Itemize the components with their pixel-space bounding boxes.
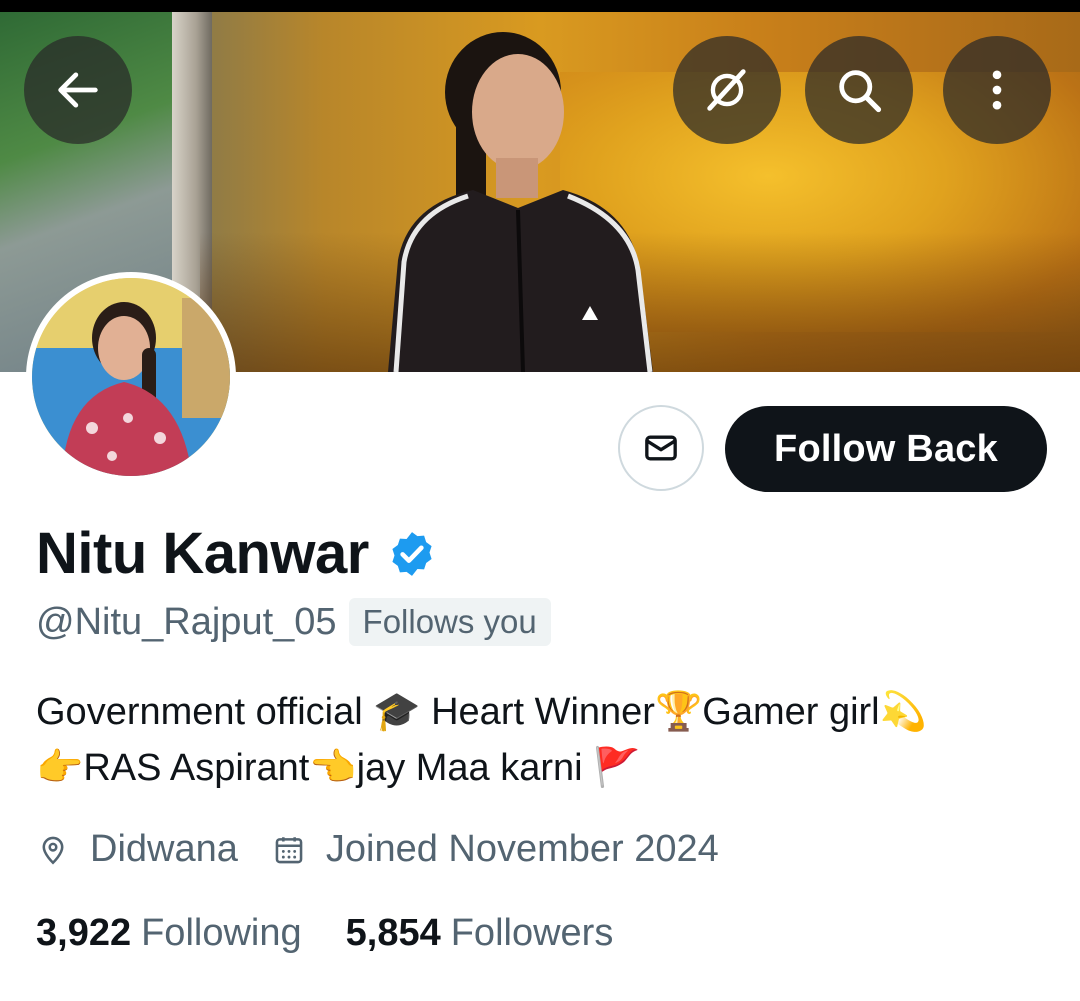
bio-line-1: Government official 🎓 Heart Winner🏆Gamer… (36, 691, 927, 733)
verified-badge-icon[interactable] (387, 529, 437, 579)
following-link[interactable]: 3,922 Following (36, 912, 302, 955)
profile-meta: Didwana Joined November 2024 (36, 828, 753, 871)
handle-row: @Nitu_Rajput_05 Follows you (36, 598, 551, 646)
follow-stats: 3,922 Following 5,854 Followers (36, 912, 657, 955)
joined-item: Joined November 2024 (272, 828, 719, 871)
banner-person-illustration (388, 32, 653, 372)
profile-bio: Government official 🎓 Heart Winner🏆Gamer… (36, 684, 1056, 796)
grok-icon (707, 69, 746, 111)
followers-count: 5,854 (345, 912, 441, 954)
location-text: Didwana (90, 828, 238, 870)
followers-label: Followers (450, 912, 614, 954)
arrow-left-icon (58, 72, 98, 108)
calendar-icon (275, 836, 303, 863)
follows-you-badge: Follows you (348, 598, 551, 646)
profile-handle: @Nitu_Rajput_05 (36, 600, 337, 643)
profile-avatar[interactable] (26, 272, 236, 482)
avatar-photo (32, 278, 230, 476)
search-icon (839, 70, 882, 113)
more-vertical-icon (992, 70, 1002, 110)
back-button[interactable] (24, 36, 132, 144)
envelope-icon (645, 435, 677, 461)
following-label: Following (141, 912, 302, 954)
more-button[interactable] (943, 36, 1051, 144)
profile-name-row: Nitu Kanwar (36, 520, 437, 587)
joined-text: Joined November 2024 (325, 828, 719, 870)
status-strip (0, 0, 1080, 12)
following-count: 3,922 (36, 912, 132, 954)
follow-back-button[interactable]: Follow Back (725, 406, 1047, 492)
profile-name: Nitu Kanwar (36, 521, 369, 586)
search-button[interactable] (805, 36, 913, 144)
followers-link[interactable]: 5,854 Followers (346, 912, 614, 955)
location-item: Didwana (36, 828, 238, 871)
location-pin-icon (42, 836, 64, 865)
bio-line-2: 👉RAS Aspirant👈jay Maa karni 🚩 (36, 747, 641, 789)
message-button[interactable] (618, 405, 704, 491)
grok-button[interactable] (673, 36, 781, 144)
